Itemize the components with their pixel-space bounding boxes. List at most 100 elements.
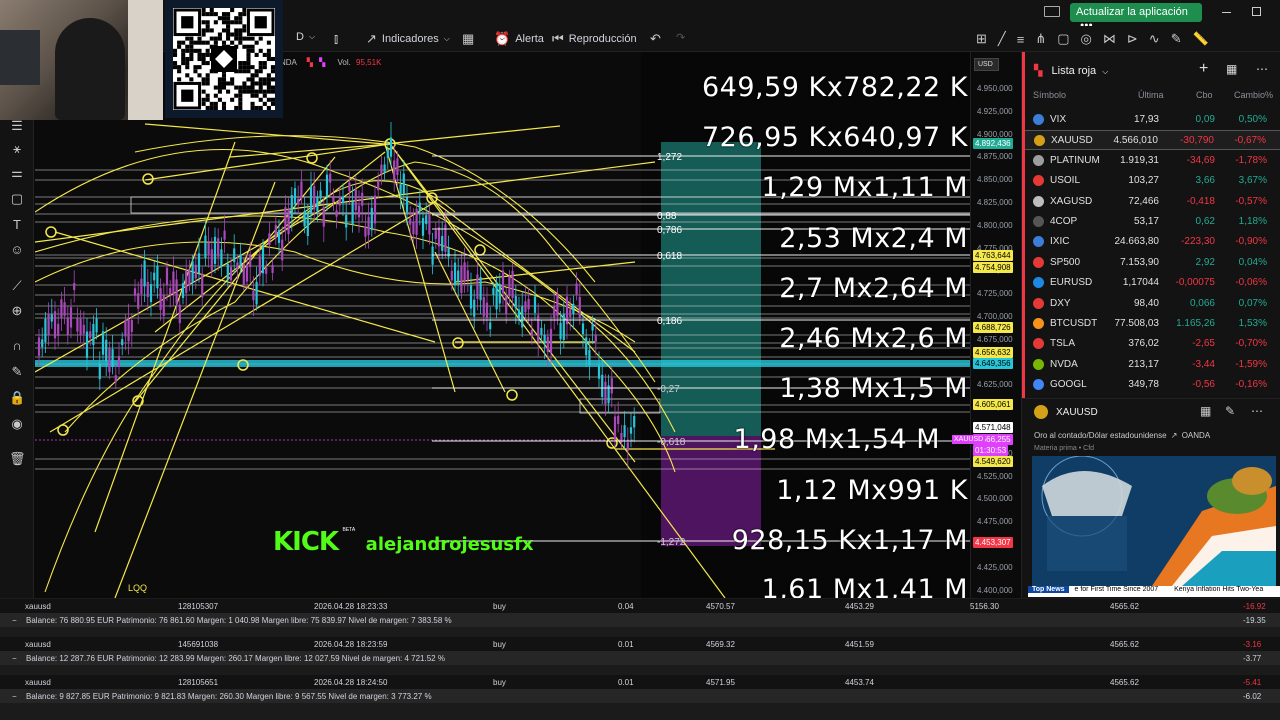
collapse-icon[interactable]: − (12, 616, 17, 625)
watchlist-row[interactable]: DXY 98,40 0,066 0,07% (1022, 294, 1280, 314)
collapse-icon[interactable]: − (12, 654, 17, 663)
projection-icon[interactable]: ⊳ (1127, 31, 1138, 47)
fib-icon[interactable]: ≡ (1017, 32, 1025, 47)
candle-body (367, 216, 370, 236)
qr-cell (238, 85, 243, 90)
crosshair-grid-icon[interactable]: ⊞ (976, 31, 987, 47)
watchlist-row[interactable]: VIX 17,93 0,09 0,50% (1022, 110, 1280, 130)
qr-cell (201, 81, 206, 86)
table-icon[interactable]: ▦ (1226, 62, 1237, 76)
watchlist-row[interactable]: EURUSD 1,17044 -0,00075 -0,06% (1022, 273, 1280, 293)
ruler-icon[interactable]: 📏 (1193, 31, 1209, 47)
collapse-icon[interactable]: − (12, 692, 17, 701)
pattern-icon[interactable]: ⋈ (1103, 31, 1116, 47)
more-icon[interactable]: ⋯ (1251, 404, 1263, 418)
watchlist-change: -2,65 (1192, 338, 1215, 350)
order-row[interactable]: xauusd 145691038 2026.04.28 18:23:59 buy 0.0… (0, 637, 1280, 651)
qr-cell (254, 69, 259, 74)
eye-icon[interactable]: ◉ (9, 416, 25, 432)
qr-cell (173, 65, 178, 70)
grid-icon: ▦ (462, 31, 475, 46)
wave-icon[interactable]: ∿ (1149, 31, 1160, 47)
external-link-icon[interactable]: ↗ (1171, 431, 1178, 440)
watchlist-row[interactable]: BTCUSDT 77.508,03 1.165,26 1,53% (1022, 314, 1280, 334)
currency-select[interactable]: USD (974, 58, 999, 71)
watchlist-row[interactable]: 4COP 53,17 0,62 1,18% (1022, 212, 1280, 232)
redo-button[interactable]: ↷ (676, 31, 685, 44)
order-sl: 4453.29 (845, 602, 874, 611)
watchlist-row[interactable]: XAGUSD 72,466 -0,418 -0,57% (1022, 192, 1280, 212)
lock-icon[interactable]: 🔒 (9, 390, 25, 406)
watchlist-title-button[interactable]: ▚ Lista roja ⌵ (1034, 64, 1108, 77)
col-last: Última (1138, 90, 1164, 100)
order-row[interactable]: xauusd 128105307 2026.04.28 18:23:33 buy 0.0… (0, 599, 1280, 613)
qr-cell (238, 12, 243, 17)
watchlist-row[interactable]: NVDA 213,17 -3,44 -1,59% (1022, 355, 1280, 375)
price-label: 4.825,000 (977, 198, 1013, 207)
smiley-icon[interactable]: ☺ (9, 242, 25, 258)
monitor-icon[interactable] (1044, 6, 1060, 17)
watchlist-row[interactable]: IXIC 24.663,80 -223,30 -0,90% (1022, 232, 1280, 252)
candle-body (594, 335, 597, 342)
qr-cell (266, 48, 271, 53)
qr-cell (238, 97, 243, 102)
price-scale[interactable]: USD 4.950,000 4.925,000 4.900,000 4.875,000… (952, 52, 1020, 598)
trend-line (144, 123, 386, 145)
watchlist-row[interactable]: SP500 7.153,90 2,92 0,04% (1022, 253, 1280, 273)
more-icon[interactable]: ⋯ (1256, 62, 1268, 76)
order-row[interactable]: xauusd 128105651 2026.04.28 18:24:50 buy 0.0… (0, 675, 1280, 689)
minimize-icon[interactable] (1222, 12, 1231, 13)
volume-overlay-value: 726,95 Kx640,97 K (701, 122, 968, 153)
qr-cell (181, 52, 186, 57)
pencil-lock-icon[interactable]: ✎ (9, 364, 25, 380)
alert-button[interactable]: ⏰ Alerta (494, 31, 544, 47)
chart-type-button[interactable]: ⫾ (334, 31, 338, 47)
edit-icon[interactable]: ✎ (1225, 404, 1235, 418)
add-symbol-icon[interactable]: + (1199, 60, 1208, 78)
ruler-icon[interactable]: ⟋ (9, 278, 25, 294)
menu-lines-icon[interactable]: ☰ (9, 118, 25, 134)
update-app-button[interactable]: Actualizar la aplicación ●●● (1070, 3, 1202, 29)
watchlist-row[interactable]: PLATINUM 1.919,31 -34,69 -1,78% (1022, 151, 1280, 171)
trash-icon[interactable]: 🗑 (9, 451, 26, 467)
price-chart[interactable]: 1,272 0,88 0,786 0,618 0,186 -0,27 -0,618 -1,27… (35, 52, 970, 598)
price-tag: 4.656,632 (973, 347, 1013, 358)
magnet-icon[interactable]: ∩ (9, 338, 25, 354)
symbol-logo-icon (1033, 175, 1044, 187)
qr-cell (250, 48, 255, 53)
undo-button[interactable]: ↶ (650, 31, 661, 47)
candle-body (466, 270, 469, 280)
sliders-icon[interactable]: ⚌ (9, 165, 25, 181)
candle-body (591, 323, 594, 331)
square-icon[interactable]: ▢ (9, 191, 25, 207)
watchlist-row[interactable]: TSLA 376,02 -2,65 -0,70% (1022, 334, 1280, 354)
maximize-icon[interactable] (1252, 7, 1261, 16)
candle-body (268, 233, 271, 245)
layouts-button[interactable]: ▦ (462, 31, 474, 47)
trendline-icon[interactable]: ╱ (998, 31, 1006, 47)
indicators-button[interactable]: ↗ Indicadores ⌵ (366, 31, 450, 47)
timeframe-button[interactable]: D ⌵ (296, 31, 315, 43)
replay-button[interactable]: ⏮ Reproducción (552, 31, 637, 47)
brush-icon[interactable]: ✎ (1171, 31, 1182, 47)
detail-symbol[interactable]: XAUUSD (1056, 407, 1098, 418)
nodes-icon[interactable]: ⚹ (9, 141, 25, 157)
news-image[interactable] (1032, 456, 1276, 586)
zoom-icon[interactable]: ⊕ (9, 303, 25, 319)
watchlist-row[interactable]: XAUUSD 4.566,010 -30,790 -0,67% (1022, 130, 1280, 151)
qr-cell (234, 36, 239, 41)
rectangle-icon[interactable]: ▢ (1057, 31, 1069, 47)
circle-icon[interactable]: ◎ (1081, 31, 1092, 47)
grid-icon[interactable]: ▦ (1200, 404, 1211, 418)
candle-body (197, 253, 201, 274)
qr-cell (185, 48, 190, 53)
orders-panel: xauusd 128105307 2026.04.28 18:23:33 buy 0.0… (0, 598, 1280, 720)
watchlist-row[interactable]: USOIL 103,27 3,66 3,67% (1022, 171, 1280, 191)
candle-body (476, 274, 479, 299)
qr-cell (226, 32, 231, 37)
text-icon[interactable]: T (9, 217, 25, 233)
candle-body (261, 246, 265, 274)
watchlist-row[interactable]: GOOGL 349,78 -0,56 -0,16% (1022, 375, 1280, 395)
pitchfork-icon[interactable]: ⋔ (1035, 31, 1046, 47)
candle-body (453, 262, 457, 286)
